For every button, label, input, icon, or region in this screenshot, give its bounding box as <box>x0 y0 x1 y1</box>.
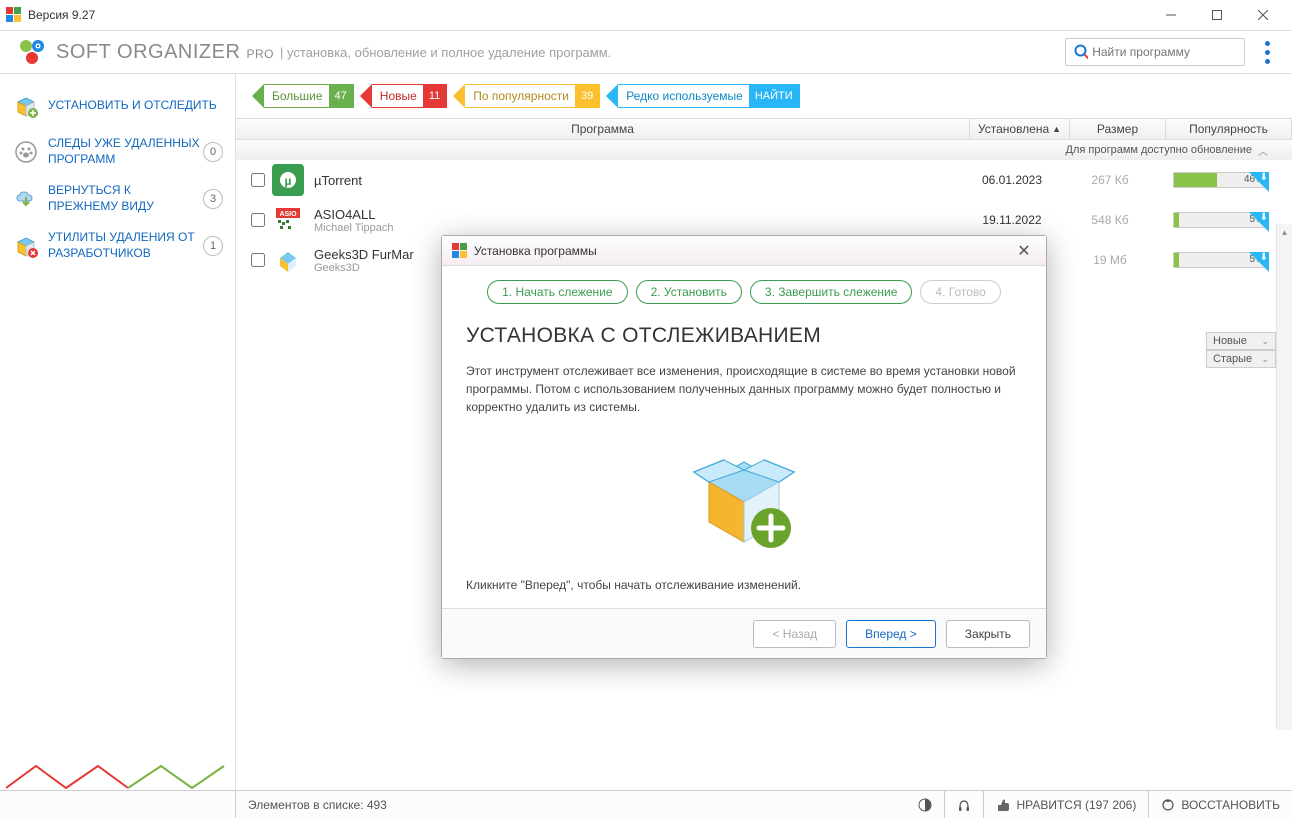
sidebar: УСТАНОВИТЬ И ОТСЛЕДИТЬ СЛЕДЫ УЖЕ УДАЛЕНН… <box>0 74 236 790</box>
status-bar: Элементов в списке: 493 НРАВИТСЯ (197 20… <box>0 790 1292 818</box>
restore-button[interactable]: ВОССТАНОВИТЬ <box>1149 791 1292 818</box>
step-1[interactable]: 1. Начать слежение <box>487 280 627 304</box>
modal-footer: < Назад Вперед > Закрыть <box>442 608 1046 658</box>
sidebar-item-label: УСТАНОВИТЬ И ОТСЛЕДИТЬ <box>48 98 223 114</box>
sidebar-item-label: СЛЕДЫ УЖЕ УДАЛЕННЫХ ПРОГРАММ <box>48 136 203 167</box>
modal-heading: УСТАНОВКА С ОТСЛЕЖИВАНИЕМ <box>466 324 1022 348</box>
sidebar-badge: 0 <box>203 142 223 162</box>
step-3[interactable]: 3. Завершить слежение <box>750 280 913 304</box>
box-delete-icon <box>12 232 40 260</box>
modal-title: Установка программы <box>474 244 597 258</box>
install-date: 19.11.2022 <box>962 213 1062 227</box>
box-plus-icon <box>12 92 40 120</box>
filter-chip-popular[interactable]: По популярности39 <box>453 84 600 108</box>
col-popularity[interactable]: Популярность <box>1166 119 1292 139</box>
box-plus-large-icon <box>466 442 1022 552</box>
status-count: Элементов в списке: 493 <box>236 791 906 818</box>
step-4[interactable]: 4. Готово <box>920 280 1000 304</box>
search-input[interactable] <box>1092 45 1236 59</box>
sidebar-item-traces[interactable]: СЛЕДЫ УЖЕ УДАЛЕННЫХ ПРОГРАММ 0 <box>0 128 235 175</box>
install-date: 06.01.2023 <box>962 173 1062 187</box>
sparkline-chart <box>6 760 226 790</box>
app-header: SOFT ORGANIZER PRO | установка, обновлен… <box>0 30 1292 74</box>
program-size: 267 Кб <box>1062 173 1158 187</box>
like-button[interactable]: НРАВИТСЯ (197 206) <box>984 791 1149 818</box>
filter-chip-rare[interactable]: Редко используемыеНАЙТИ <box>606 84 799 108</box>
table-row[interactable]: µ µTorrent 06.01.2023 267 Кб 46% <box>236 160 1292 200</box>
search-icon <box>1074 44 1088 60</box>
modal-titlebar: Установка программы ✕ <box>442 236 1046 266</box>
program-name: µTorrent <box>314 173 962 188</box>
back-button[interactable]: < Назад <box>753 620 836 648</box>
table-row[interactable]: ASIO ASIO4ALLMichael Tippach 19.11.2022 … <box>236 200 1292 240</box>
scrollbar[interactable]: ▴ <box>1276 224 1292 730</box>
filter-chip-new[interactable]: Новые11 <box>360 84 447 108</box>
popularity-cell: 46% <box>1158 172 1284 188</box>
close-button[interactable]: Закрыть <box>946 620 1030 648</box>
titlebar: Версия 9.27 <box>0 0 1292 30</box>
headphones-icon[interactable] <box>945 791 984 818</box>
program-vendor: Michael Tippach <box>314 222 962 234</box>
sidebar-item-label: УТИЛИТЫ УДАЛЕНИЯ ОТ РАЗРАБОТЧИКОВ <box>48 230 203 261</box>
update-badge-icon[interactable] <box>1249 252 1269 272</box>
modal-body-text: Этот инструмент отслеживает все изменени… <box>466 362 1022 416</box>
sidebar-badge: 1 <box>203 236 223 256</box>
app-icon-furmark <box>272 244 304 276</box>
sidebar-item-restore-view[interactable]: ВЕРНУТЬСЯ К ПРЕЖНЕМУ ВИДУ 3 <box>0 175 235 222</box>
maximize-button[interactable] <box>1194 0 1240 30</box>
search-box[interactable] <box>1065 38 1245 66</box>
app-icon-utorrent: µ <box>272 164 304 196</box>
program-size: 19 Мб <box>1062 253 1158 267</box>
menu-button[interactable] <box>1261 37 1274 68</box>
update-badge-icon[interactable] <box>1249 212 1269 232</box>
window-title: Версия 9.27 <box>28 8 95 22</box>
sidebar-item-label: ВЕРНУТЬСЯ К ПРЕЖНЕМУ ВИДУ <box>48 183 203 214</box>
app-title: SOFT ORGANIZER PRO <box>56 41 274 64</box>
sidebar-item-vendor-uninstall[interactable]: УТИЛИТЫ УДАЛЕНИЯ ОТ РАЗРАБОТЧИКОВ 1 <box>0 222 235 269</box>
theme-toggle-icon[interactable] <box>906 791 945 818</box>
app-icon <box>452 243 468 259</box>
svg-text:µ: µ <box>285 174 292 188</box>
col-program[interactable]: Программа <box>236 119 970 139</box>
row-checkbox[interactable] <box>251 173 265 187</box>
filter-chip-big[interactable]: Большие47 <box>252 84 354 108</box>
popularity-cell: 5% <box>1158 252 1284 268</box>
app-subtitle: | установка, обновление и полное удалени… <box>280 45 611 60</box>
next-button[interactable]: Вперед > <box>846 620 936 648</box>
minimize-button[interactable] <box>1148 0 1194 30</box>
chevron-up-icon: ︿ <box>1258 143 1268 158</box>
filter-bar: Большие47 Новые11 По популярности39 Редк… <box>236 74 1292 118</box>
row-checkbox[interactable] <box>251 213 265 227</box>
col-size[interactable]: Размер <box>1070 119 1166 139</box>
step-2[interactable]: 2. Установить <box>636 280 742 304</box>
app-icon <box>6 7 22 23</box>
popularity-cell: 5% <box>1158 212 1284 228</box>
wizard-steps: 1. Начать слежение 2. Установить 3. Заве… <box>442 266 1046 318</box>
update-badge-icon[interactable] <box>1249 172 1269 192</box>
logo-icon <box>18 38 46 66</box>
install-wizard-modal: Установка программы ✕ 1. Начать слежение… <box>441 235 1047 659</box>
modal-close-button[interactable]: ✕ <box>1012 241 1036 261</box>
cloud-download-icon <box>12 185 40 213</box>
sidebar-badge: 3 <box>203 189 223 209</box>
tag-old[interactable]: Старые⌄ <box>1206 350 1276 368</box>
row-checkbox[interactable] <box>251 253 265 267</box>
sidebar-item-install-track[interactable]: УСТАНОВИТЬ И ОТСЛЕДИТЬ <box>0 84 235 128</box>
modal-hint: Кликните "Вперед", чтобы начать отслежив… <box>466 578 1022 592</box>
update-banner[interactable]: Для программ доступно обновление︿ <box>236 140 1292 160</box>
table-header: Программа Установлена▲ Размер Популярнос… <box>236 118 1292 140</box>
tag-new[interactable]: Новые⌄ <box>1206 332 1276 350</box>
col-installed[interactable]: Установлена▲ <box>970 119 1070 139</box>
app-icon-asio4all: ASIO <box>272 204 304 236</box>
close-button[interactable] <box>1240 0 1286 30</box>
program-name: ASIO4ALL <box>314 207 962 222</box>
program-size: 548 Кб <box>1062 213 1158 227</box>
paw-icon <box>12 138 40 166</box>
svg-text:ASIO: ASIO <box>279 211 297 218</box>
scroll-up-icon[interactable]: ▴ <box>1277 224 1292 240</box>
